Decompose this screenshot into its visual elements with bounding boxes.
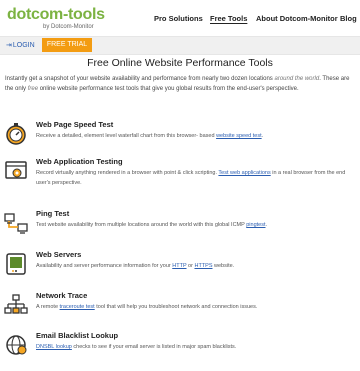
nav-blog[interactable]: Blog bbox=[340, 14, 357, 23]
nav-about[interactable]: About Dotcom-Monitor bbox=[256, 14, 338, 23]
desc-text: Receive a detailed, element level waterf… bbox=[36, 133, 215, 139]
logo-text: dotcom-tools bbox=[7, 6, 105, 23]
test-web-applications-link[interactable]: Test web applications bbox=[218, 170, 270, 176]
tool-description: Test website availability from multiple … bbox=[36, 220, 354, 230]
intro-emphasis: around the world bbox=[274, 76, 320, 82]
desc-text: or bbox=[188, 263, 193, 269]
tool-title[interactable]: Email Blacklist Lookup bbox=[36, 331, 118, 340]
tool-title[interactable]: Web Servers bbox=[36, 250, 81, 259]
tool-web-page-speed-test: Web Page Speed Test Receive a detailed, … bbox=[0, 120, 360, 160]
traceroute-test-link[interactable]: traceroute test bbox=[60, 304, 95, 310]
tool-title[interactable]: Ping Test bbox=[36, 209, 69, 218]
account-bar: ⇥LOGIN FREE TRIAL bbox=[0, 36, 360, 55]
tool-title[interactable]: Network Trace bbox=[36, 291, 87, 300]
free-trial-button[interactable]: FREE TRIAL bbox=[42, 38, 92, 52]
desc-text: Record virtually anything rendered in a … bbox=[36, 170, 217, 176]
globe-icon bbox=[4, 333, 28, 357]
tool-description: Record virtually anything rendered in a … bbox=[36, 168, 354, 188]
tool-title[interactable]: Web Page Speed Test bbox=[36, 120, 113, 129]
network-trace-icon bbox=[4, 293, 28, 317]
http-link[interactable]: HTTP bbox=[172, 263, 186, 269]
desc-text: Test website availability from multiple … bbox=[36, 222, 245, 228]
login-link[interactable]: ⇥LOGIN bbox=[6, 41, 35, 49]
stopwatch-icon bbox=[4, 122, 28, 146]
dnsbl-lookup-link[interactable]: DNSBL lookup bbox=[36, 344, 72, 350]
tool-description: A remote traceroute test tool that will … bbox=[36, 302, 354, 312]
logo[interactable]: dotcom-tools by Dotcom-Monitor bbox=[7, 6, 107, 32]
tool-web-servers: Web Servers Availability and server perf… bbox=[0, 250, 360, 290]
ping-test-link[interactable]: pingtest bbox=[246, 222, 265, 228]
tool-ping-test: Ping Test Test website availability from… bbox=[0, 209, 360, 249]
tool-description: Receive a detailed, element level waterf… bbox=[36, 131, 354, 141]
login-icon: ⇥ bbox=[6, 42, 12, 49]
browser-gear-icon bbox=[4, 159, 28, 183]
desc-text: tool that will help you troubleshoot net… bbox=[96, 304, 258, 310]
tool-web-application-testing: Web Application Testing Record virtually… bbox=[0, 157, 360, 197]
desc-text: A remote bbox=[36, 304, 59, 310]
tool-network-trace: Network Trace A remote traceroute test t… bbox=[0, 291, 360, 331]
desc-text: checks to see if your email server is li… bbox=[73, 344, 237, 350]
tool-description: Availability and server performance info… bbox=[36, 261, 354, 271]
nav-pro-solutions[interactable]: Pro Solutions bbox=[154, 14, 203, 23]
website-speed-test-link[interactable]: website speed test bbox=[216, 133, 262, 139]
nav-free-tools[interactable]: Free Tools bbox=[210, 14, 247, 23]
desc-text: . bbox=[261, 133, 264, 139]
logo-subtitle: by Dotcom-Monitor bbox=[43, 24, 94, 30]
desc-text: . bbox=[265, 222, 268, 228]
tool-email-blacklist-lookup: Email Blacklist Lookup DNSBL lookup chec… bbox=[0, 331, 360, 371]
https-link[interactable]: HTTPS bbox=[194, 263, 212, 269]
tool-description: DNSBL lookup checks to see if your email… bbox=[36, 342, 354, 352]
login-label: LOGIN bbox=[12, 42, 35, 49]
desc-text: Availability and server performance info… bbox=[36, 263, 171, 269]
network-computers-icon bbox=[4, 211, 28, 235]
intro-part: Instantly get a snapshot of your website… bbox=[5, 76, 273, 82]
site-header: dotcom-tools by Dotcom-Monitor Pro Solut… bbox=[0, 0, 360, 36]
intro-part: online website performance test tools th… bbox=[39, 86, 299, 92]
intro-text: Instantly get a snapshot of your website… bbox=[5, 74, 355, 94]
page-title: Free Online Website Performance Tools bbox=[87, 57, 273, 69]
intro-emphasis: free bbox=[27, 86, 39, 92]
server-icon bbox=[4, 252, 28, 276]
desc-text: website. bbox=[214, 263, 235, 269]
tool-title[interactable]: Web Application Testing bbox=[36, 157, 123, 166]
